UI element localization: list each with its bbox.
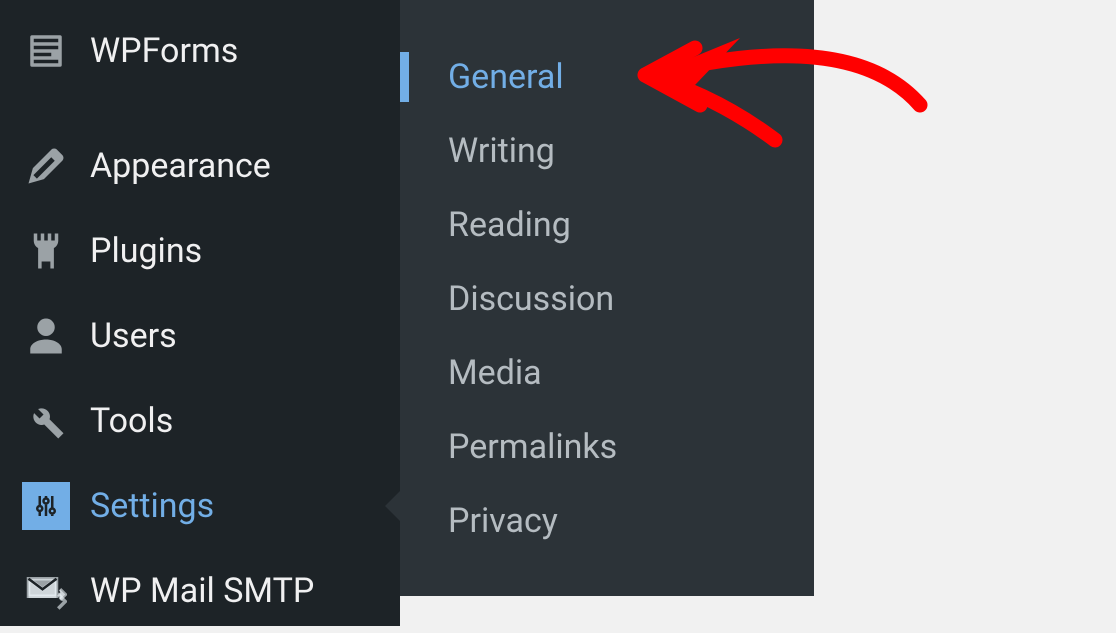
sidebar-item-users[interactable]: Users	[0, 293, 400, 378]
sidebar-item-tools[interactable]: Tools	[0, 378, 400, 463]
mail-icon	[22, 567, 70, 615]
tools-icon	[22, 397, 70, 445]
flyout-arrow-icon	[385, 490, 401, 522]
submenu-item-writing[interactable]: Writing	[400, 114, 814, 188]
submenu-item-privacy[interactable]: Privacy	[400, 484, 814, 558]
sidebar-item-label: Plugins	[90, 231, 202, 271]
sidebar-item-plugins[interactable]: Plugins	[0, 208, 400, 293]
appearance-icon	[22, 142, 70, 190]
settings-submenu: General Writing Reading Discussion Media…	[400, 0, 814, 596]
sidebar-item-settings[interactable]: Settings	[0, 463, 400, 548]
sidebar-item-label: Settings	[90, 486, 214, 526]
submenu-item-label: Discussion	[448, 279, 614, 319]
submenu-item-discussion[interactable]: Discussion	[400, 262, 814, 336]
wpforms-icon	[22, 27, 70, 75]
users-icon	[22, 312, 70, 360]
submenu-item-general[interactable]: General	[400, 40, 814, 114]
plugins-icon	[22, 227, 70, 275]
submenu-item-media[interactable]: Media	[400, 336, 814, 410]
submenu-item-reading[interactable]: Reading	[400, 188, 814, 262]
sidebar-item-label: Users	[90, 316, 177, 356]
sidebar-item-appearance[interactable]: Appearance	[0, 123, 400, 208]
submenu-item-label: Media	[448, 353, 542, 393]
admin-sidebar: WPForms Appearance Plugins Users Tools S…	[0, 0, 400, 626]
submenu-item-label: Privacy	[448, 501, 558, 541]
submenu-item-permalinks[interactable]: Permalinks	[400, 410, 814, 484]
sidebar-item-wp-mail-smtp[interactable]: WP Mail SMTP	[0, 548, 400, 633]
submenu-item-label: Permalinks	[448, 427, 617, 467]
sidebar-item-label: WP Mail SMTP	[90, 571, 314, 611]
submenu-item-label: Reading	[448, 205, 571, 245]
sidebar-item-label: Appearance	[90, 146, 271, 186]
sidebar-item-wpforms[interactable]: WPForms	[0, 8, 400, 93]
submenu-item-label: Writing	[448, 131, 555, 171]
settings-icon	[22, 482, 70, 530]
sidebar-item-label: Tools	[90, 401, 173, 441]
submenu-item-label: General	[448, 57, 564, 97]
sidebar-item-label: WPForms	[90, 31, 238, 71]
